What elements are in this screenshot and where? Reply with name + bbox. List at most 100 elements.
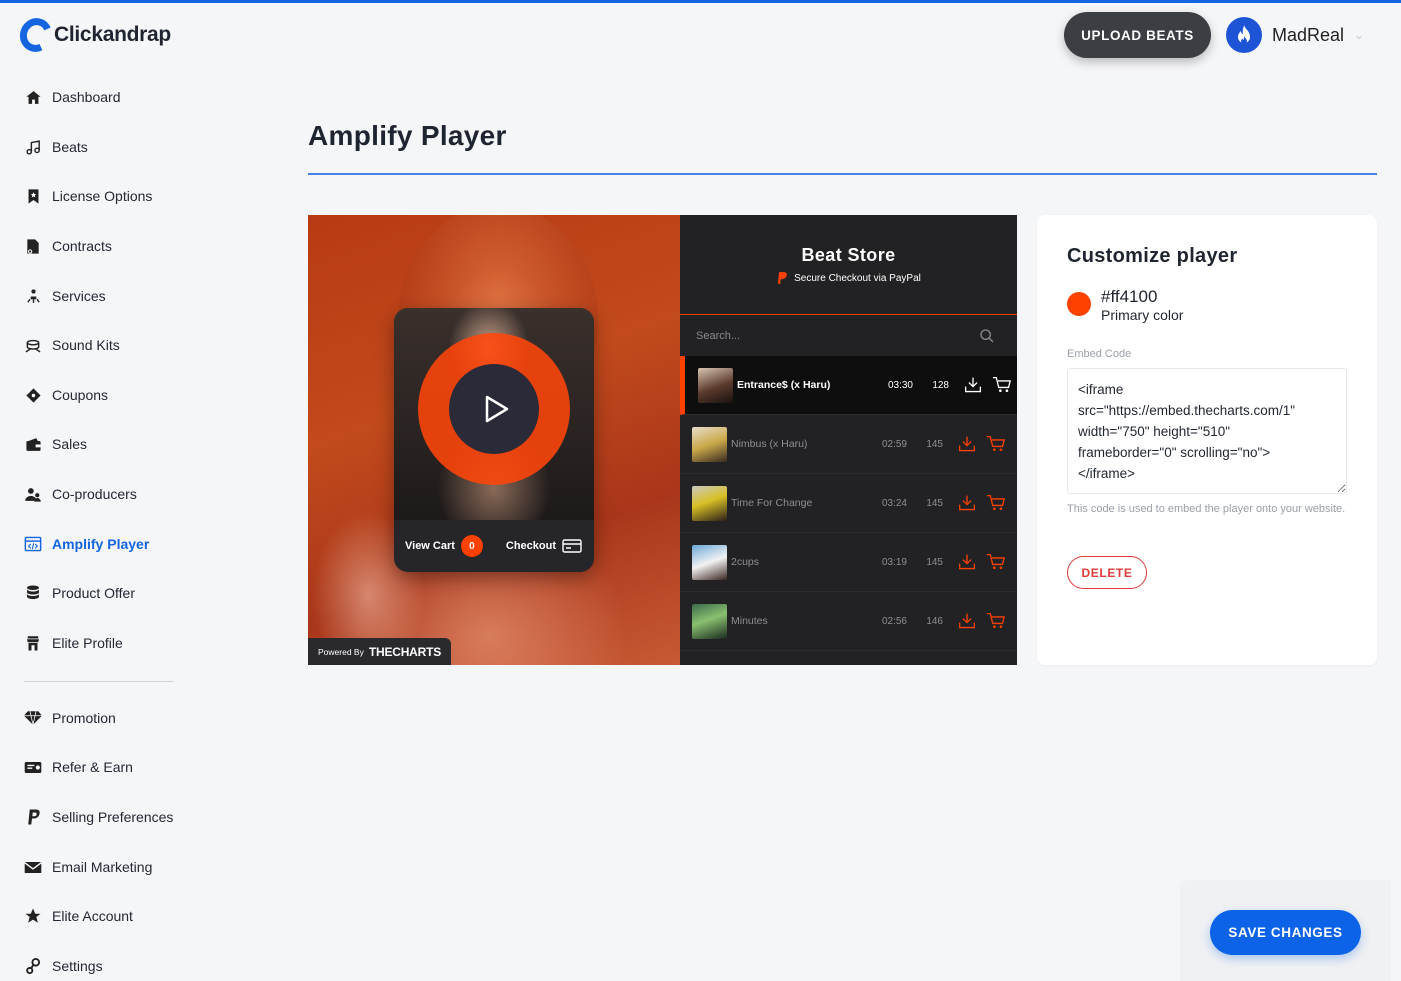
track-duration: 02:56 <box>881 615 907 627</box>
sidebar-item-selling-preferences[interactable]: Selling Preferences <box>24 804 173 830</box>
download-icon[interactable] <box>957 494 977 512</box>
sidebar-item-product-offer[interactable]: Product Offer <box>24 580 135 606</box>
sidebar-item-elite-account[interactable]: Elite Account <box>24 903 133 929</box>
music-note-icon <box>24 138 42 156</box>
track-bpm: 128 <box>932 379 949 391</box>
track-thumbnail <box>698 367 733 403</box>
track-duration: 02:59 <box>881 438 907 450</box>
sidebar-item-label: Promotion <box>52 710 116 726</box>
cover-art: View Cart 0 Checkout Powered By THECHART… <box>308 215 680 665</box>
sidebar-item-label: Services <box>52 288 106 304</box>
checkout-label: Checkout <box>505 540 556 552</box>
sidebar-item-label: Email Marketing <box>52 859 153 875</box>
sidebar-item-refer-earn[interactable]: Refer & Earn <box>24 754 133 780</box>
title-divider <box>308 173 1377 175</box>
app-name: Clickandrap <box>54 23 171 46</box>
users-icon <box>24 485 42 503</box>
sidebar-item-beats[interactable]: Beats <box>24 134 88 160</box>
download-icon[interactable] <box>957 612 977 630</box>
track-bpm: 145 <box>926 438 943 450</box>
download-icon[interactable] <box>963 376 983 394</box>
view-cart-button[interactable]: View Cart 0 <box>405 535 483 557</box>
track-row[interactable]: Time For Change 03:24 145 <box>680 474 1017 533</box>
sidebar-item-contracts[interactable]: Contracts <box>24 233 112 259</box>
coupon-icon <box>24 386 42 404</box>
database-icon <box>24 584 42 602</box>
cart-icon[interactable] <box>986 612 1006 630</box>
checkout-button[interactable]: Checkout <box>506 539 582 553</box>
powered-by-badge[interactable]: Powered By THECHARTS <box>308 638 451 665</box>
track-row[interactable]: Minutes 02:56 146 <box>680 592 1017 651</box>
app-logo[interactable]: Clickandrap <box>15 13 171 57</box>
cart-icon[interactable] <box>986 435 1006 453</box>
track-bpm: 145 <box>926 556 943 568</box>
chevron-down-icon: ⌄ <box>1354 28 1365 42</box>
cart-icon[interactable] <box>986 553 1006 571</box>
paypal-icon <box>778 272 787 284</box>
user-menu[interactable]: MadReal ⌄ <box>1226 17 1364 53</box>
paypal-icon <box>24 808 42 826</box>
customize-player-card: Customize player #ff4100 Primary color E… <box>1037 215 1377 665</box>
credit-card-icon <box>562 539 582 553</box>
sidebar-item-services[interactable]: Services <box>24 283 106 309</box>
save-changes-button[interactable]: SAVE CHANGES <box>1210 910 1361 955</box>
avatar <box>1226 17 1262 53</box>
sidebar-item-label: Contracts <box>52 238 112 254</box>
search-icon[interactable] <box>979 328 995 344</box>
upload-beats-button[interactable]: UPLOAD BEATS <box>1064 12 1211 58</box>
play-button[interactable] <box>449 364 539 454</box>
sidebar-item-settings[interactable]: Settings <box>24 953 103 979</box>
sidebar-item-sound-kits[interactable]: Sound Kits <box>24 332 120 358</box>
track-row[interactable]: 2cups 03:19 145 <box>680 533 1017 592</box>
download-icon[interactable] <box>957 435 977 453</box>
cart-count-badge: 0 <box>460 535 483 557</box>
sidebar-item-label: Coupons <box>52 387 109 403</box>
beat-store-header: Beat Store Secure Checkout via PayPal <box>680 215 1017 315</box>
primary-color-swatch[interactable] <box>1067 292 1091 316</box>
track-name: Minutes <box>731 615 768 627</box>
track-row[interactable]: Nimbus (x Haru) 02:59 145 <box>680 415 1017 474</box>
delete-button[interactable]: DELETE <box>1067 556 1147 589</box>
track-name: Nimbus (x Haru) <box>731 438 808 450</box>
track-duration: 03:30 <box>887 379 913 391</box>
search-input[interactable]: Search... <box>696 330 740 342</box>
wallet-icon <box>24 435 42 453</box>
track-search[interactable]: Search... <box>680 315 1017 356</box>
customize-title: Customize player <box>1067 245 1238 267</box>
sidebar-item-coupons[interactable]: Coupons <box>24 382 108 408</box>
bookmark-icon <box>24 187 42 205</box>
sidebar-divider <box>24 681 174 682</box>
download-icon[interactable] <box>957 553 977 571</box>
sidebar-item-amplify-player[interactable]: Amplify Player <box>24 531 149 557</box>
powered-by-brand: THECHARTS <box>368 644 442 659</box>
settings-icon <box>24 957 42 975</box>
track-thumbnail <box>692 544 727 580</box>
sidebar-item-co-producers[interactable]: Co-producers <box>24 481 137 507</box>
diamond-icon <box>24 709 42 727</box>
sidebar-item-label: Refer & Earn <box>52 759 133 775</box>
sidebar-item-sales[interactable]: Sales <box>24 431 87 457</box>
sidebar-item-dashboard[interactable]: Dashboard <box>24 84 121 110</box>
track-name: Time For Change <box>731 497 813 509</box>
sidebar-item-license-options[interactable]: License Options <box>24 183 152 209</box>
play-icon <box>485 395 509 423</box>
flame-icon <box>1238 25 1250 44</box>
track-name: 2cups <box>731 556 760 568</box>
star-icon <box>24 907 42 925</box>
sound-kits-icon <box>24 336 42 354</box>
sidebar-item-label: Settings <box>52 958 103 974</box>
embed-code-textarea[interactable]: <iframe src="https://embed.thecharts.com… <box>1067 368 1347 494</box>
sidebar-item-email-marketing[interactable]: Email Marketing <box>24 854 152 880</box>
ticket-icon <box>24 758 42 776</box>
primary-color-hex: #ff4100 <box>1101 287 1158 306</box>
cart-icon[interactable] <box>986 494 1006 512</box>
secure-checkout-note: Secure Checkout via PayPal <box>776 271 921 285</box>
cart-icon[interactable] <box>992 376 1012 394</box>
track-thumbnail <box>692 603 727 639</box>
track-row[interactable]: Entrance$ (x Haru) 03:30 128 <box>680 356 1017 415</box>
sidebar-item-elite-profile[interactable]: Elite Profile <box>24 630 123 656</box>
sidebar-item-label: License Options <box>52 188 153 204</box>
sidebar-item-label: Sound Kits <box>52 337 120 353</box>
embed-code-label: Embed Code <box>1067 348 1132 360</box>
sidebar-item-promotion[interactable]: Promotion <box>24 705 116 731</box>
